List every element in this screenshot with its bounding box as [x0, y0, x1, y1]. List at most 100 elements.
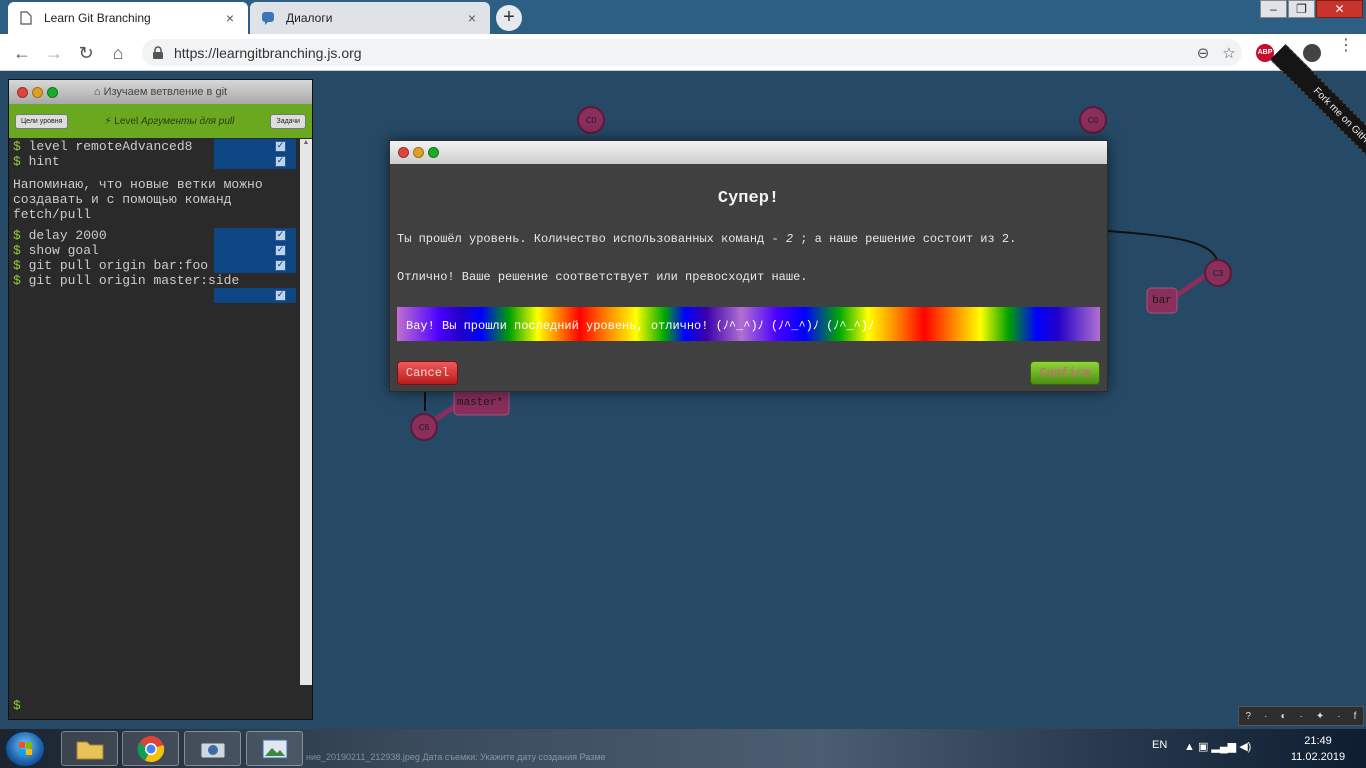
result-summary: Ты прошёл уровень. Количество использова…: [397, 232, 1017, 246]
svg-text:master*: master*: [457, 397, 503, 409]
checkmark-icon: ✓: [275, 245, 286, 256]
usb-icon[interactable]: ▣: [1198, 741, 1208, 753]
command-text: git pull origin bar:foo: [28, 258, 209, 273]
forward-button[interactable]: →: [42, 41, 66, 65]
cancel-button[interactable]: Cancel: [397, 361, 458, 385]
minimize-dot-icon[interactable]: [413, 147, 424, 158]
help-icon[interactable]: ?: [1246, 711, 1252, 722]
taskbar-chrome[interactable]: [122, 731, 179, 766]
checkmark-icon: ✓: [275, 141, 286, 152]
command-line: ✓ $ show goal: [9, 243, 300, 258]
signal-icon[interactable]: ▂▄▆: [1211, 741, 1236, 753]
lock-icon: [153, 45, 163, 59]
commit-node-c0-left[interactable]: C0: [577, 106, 605, 134]
tab-title: Диалоги: [286, 11, 333, 25]
home-button[interactable]: ⌂: [106, 41, 130, 65]
prompt-symbol: $: [13, 228, 21, 243]
start-button[interactable]: [5, 731, 45, 767]
prompt-symbol: $: [13, 258, 21, 273]
bookmark-star-icon[interactable]: ☆: [1216, 44, 1242, 62]
tab-learn-git-branching[interactable]: Learn Git Branching ×: [8, 2, 248, 34]
command-text: show goal: [28, 243, 99, 258]
confirm-button[interactable]: Confirm: [1030, 361, 1100, 385]
close-icon[interactable]: ×: [222, 10, 238, 26]
command-count: 2: [785, 232, 794, 246]
commit-node-c6[interactable]: C6: [410, 413, 438, 441]
taskbar-explorer[interactable]: [61, 731, 118, 766]
terminal-window: ⌂ Изучаем ветвление в git Цели уровня ⚡ …: [8, 79, 313, 720]
checkmark-icon: ✓: [275, 290, 286, 301]
commit-node-c3[interactable]: C3: [1204, 259, 1232, 287]
command-line: ✓ $ level remoteAdvanced8: [9, 139, 300, 154]
command-line: $ git pull origin master:side: [9, 273, 300, 288]
language-indicator[interactable]: EN: [1152, 739, 1167, 751]
page-icon: [18, 10, 34, 26]
hint-text: Напоминаю, что новые ветки можно создава…: [13, 177, 263, 222]
prompt-symbol: $: [13, 154, 21, 169]
svg-text:C6: C6: [419, 423, 430, 432]
chat-icon: [260, 10, 276, 26]
command-line: ✓ $ delay 2000: [9, 228, 300, 243]
svg-text:bar: bar: [1152, 295, 1172, 307]
commit-node-c0-right[interactable]: C0: [1079, 106, 1107, 134]
level-goals-button[interactable]: Цели уровня: [15, 113, 69, 129]
close-icon[interactable]: ×: [464, 10, 480, 26]
facebook-icon[interactable]: f: [1354, 711, 1357, 722]
address-bar[interactable]: https://learngitbranching.js.org ⊖ ☆: [142, 39, 1242, 66]
command-status: ✓: [9, 288, 300, 303]
command-line: ✓ $ git pull origin bar:foo: [9, 258, 300, 273]
tasks-button[interactable]: Задачи: [270, 113, 306, 129]
prompt-symbol: $: [13, 139, 21, 154]
reload-button[interactable]: ↻: [74, 41, 98, 65]
clock-time: 21:49: [1304, 735, 1332, 747]
prompt-symbol: $: [13, 243, 21, 258]
command-text: hint: [28, 154, 60, 169]
terminal-scrollbar[interactable]: ▲: [300, 139, 312, 685]
folder-icon: [76, 741, 103, 759]
new-tab-button[interactable]: +: [496, 5, 522, 31]
system-clock[interactable]: 21:49 11.02.2019: [1278, 733, 1358, 765]
camera-icon: [200, 742, 225, 758]
level-indicator: ⚡ Level Аргументы для pull: [104, 115, 235, 127]
commit-edge: [1107, 230, 1219, 267]
taskbar-image-viewer[interactable]: [246, 731, 303, 766]
terminal-titlebar: ⌂ Изучаем ветвление в git: [9, 80, 312, 104]
chrome-menu-button[interactable]: ⋮: [1338, 38, 1354, 64]
tab-dialogs[interactable]: Диалоги ×: [250, 2, 490, 34]
terminal-input-prompt[interactable]: $: [13, 698, 21, 713]
zoom-icon[interactable]: ⊖: [1190, 44, 1216, 62]
branch-label-master[interactable]: master*: [453, 388, 510, 416]
profile-avatar[interactable]: [1303, 44, 1321, 62]
chrome-icon: [137, 735, 164, 762]
branch-label-bar[interactable]: bar: [1146, 287, 1178, 314]
close-dot-icon[interactable]: [398, 147, 409, 158]
picture-icon: [262, 739, 287, 758]
system-tray: ▲ ▣ ▂▄▆ ◀): [1184, 740, 1251, 753]
result-verdict: Отлично! Ваше решение соответствует или …: [397, 270, 808, 284]
level-complete-dialog: Супер! Ты прошёл уровень. Количество исп…: [389, 140, 1108, 392]
browser-toolbar: ← → ↻ ⌂ https://learngitbranching.js.org…: [0, 34, 1366, 71]
help-toolbar: ? · ◐ · ✦ · f: [1238, 706, 1364, 726]
command-line: ✓ $ hint: [9, 154, 300, 169]
terminal-title: ⌂ Изучаем ветвление в git: [93, 86, 228, 98]
windows-logo-icon: [19, 742, 32, 755]
level-bar: Цели уровня ⚡ Level Аргументы для pull З…: [9, 104, 312, 138]
back-button[interactable]: ←: [10, 41, 34, 65]
dialog-titlebar: [390, 141, 1107, 164]
scroll-up-icon[interactable]: ▲: [300, 139, 312, 146]
congrats-banner: Вау! Вы прошли последний уровень, отличн…: [397, 307, 1100, 341]
tray-arrow-icon[interactable]: ▲: [1184, 741, 1195, 753]
twitter-icon[interactable]: ✦: [1316, 711, 1324, 722]
svg-text:C3: C3: [1213, 269, 1224, 278]
globe-icon[interactable]: ◐: [1280, 711, 1286, 722]
taskbar-photo-app[interactable]: [184, 731, 241, 766]
branch-arrow: [1171, 272, 1208, 301]
volume-icon[interactable]: ◀): [1239, 741, 1251, 753]
minimize-button[interactable]: ‒: [1260, 0, 1287, 18]
svg-text:C0: C0: [586, 116, 597, 125]
maximize-dot-icon[interactable]: [428, 147, 439, 158]
background-window-text: ние_20190211_212938.jpeg Дата съемки: Ук…: [306, 752, 606, 762]
clock-date: 11.02.2019: [1290, 751, 1346, 763]
close-window-button[interactable]: ✕: [1316, 0, 1363, 18]
maximize-button[interactable]: ❐: [1288, 0, 1315, 18]
